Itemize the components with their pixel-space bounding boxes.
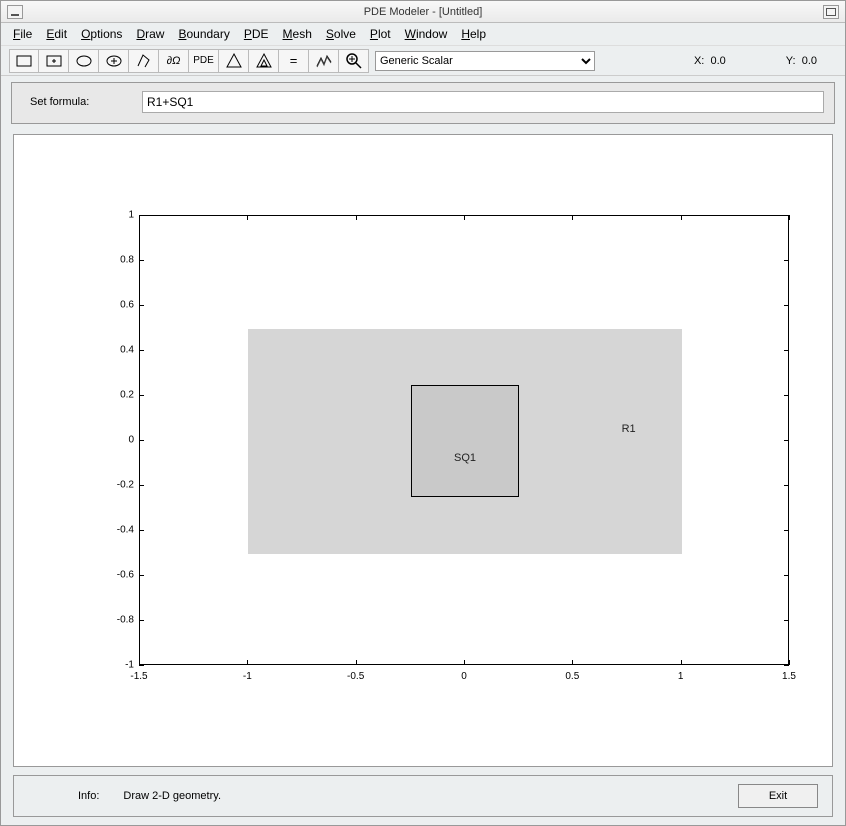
y-tick-label: 0 (94, 435, 134, 446)
application-type-select[interactable]: Generic Scalar (375, 51, 595, 71)
mesh-button[interactable] (219, 49, 249, 73)
set-formula-input[interactable] (142, 91, 824, 113)
set-formula-panel: Set formula: (11, 82, 835, 124)
boundary-mode-button[interactable]: ∂Ω (159, 49, 189, 73)
x-tick-label: -0.5 (347, 671, 364, 682)
y-tick-label: -0.6 (94, 570, 134, 581)
coordinate-readout: X: 0.0 Y: 0.0 (595, 55, 837, 67)
rectangle-tool-button[interactable] (9, 49, 39, 73)
menubar: File Edit Options Draw Boundary PDE Mesh Solve P… (1, 23, 845, 46)
info-message: Draw 2-D geometry. (123, 790, 221, 802)
rectangle-center-tool-button[interactable] (39, 49, 69, 73)
titlebar: PDE Modeler - [Untitled] (1, 1, 845, 23)
zoom-button[interactable] (339, 49, 369, 73)
y-tick-label: -1 (94, 660, 134, 671)
shape-label: R1 (622, 423, 636, 435)
drawing-canvas[interactable]: R1 SQ1 -1 -0.8 -0.6 -0.4 -0.2 0 0.2 0.4 0.6 0.8 1 -1… (13, 134, 833, 767)
menu-plot[interactable]: Plot (370, 27, 391, 41)
menu-help[interactable]: Help (461, 27, 486, 41)
y-tick-label: 1 (94, 210, 134, 221)
menu-pde[interactable]: PDE (244, 27, 269, 41)
ellipse-tool-button[interactable] (69, 49, 99, 73)
plot-solution-button[interactable] (309, 49, 339, 73)
window-title: PDE Modeler - [Untitled] (25, 6, 821, 18)
maximize-button[interactable] (823, 5, 839, 19)
menu-options[interactable]: Options (81, 27, 122, 41)
menu-mesh[interactable]: Mesh (283, 27, 312, 41)
y-tick-label: -0.8 (94, 615, 134, 626)
x-tick-label: 0 (461, 671, 467, 682)
solve-button[interactable]: = (279, 49, 309, 73)
minimize-button[interactable] (7, 5, 23, 19)
y-tick-label: -0.2 (94, 480, 134, 491)
menu-draw[interactable]: Draw (136, 27, 164, 41)
y-tick-label: 0.2 (94, 390, 134, 401)
shape-label: SQ1 (454, 452, 476, 464)
menu-window[interactable]: Window (405, 27, 448, 41)
x-tick-label: 1.5 (782, 671, 796, 682)
menu-solve[interactable]: Solve (326, 27, 356, 41)
y-tick-label: 0.4 (94, 345, 134, 356)
ellipse-center-tool-button[interactable] (99, 49, 129, 73)
refine-mesh-button[interactable] (249, 49, 279, 73)
menu-file[interactable]: File (13, 27, 32, 41)
x-tick-label: 0.5 (565, 671, 579, 682)
pde-mode-button[interactable]: PDE (189, 49, 219, 73)
x-tick-label: -1 (243, 671, 252, 682)
x-tick-label: -1.5 (130, 671, 147, 682)
info-label: Info: (78, 790, 99, 802)
exit-button[interactable]: Exit (738, 784, 818, 808)
set-formula-label: Set formula: (22, 96, 122, 108)
menu-boundary[interactable]: Boundary (178, 27, 229, 41)
status-bar: Info: Draw 2-D geometry. Exit (13, 775, 833, 817)
y-tick-label: 0.6 (94, 300, 134, 311)
menu-edit[interactable]: Edit (46, 27, 67, 41)
shape-sq1[interactable]: SQ1 (411, 385, 519, 498)
app-window: PDE Modeler - [Untitled] File Edit Options… (0, 0, 846, 826)
y-tick-label: 0.8 (94, 255, 134, 266)
y-tick-label: -0.4 (94, 525, 134, 536)
toolbar: ∂Ω PDE = Generic Scalar X: 0.0 Y: 0.0 (1, 46, 845, 76)
polygon-tool-button[interactable] (129, 49, 159, 73)
x-tick-label: 1 (678, 671, 684, 682)
plot-axes: R1 SQ1 (139, 215, 789, 665)
